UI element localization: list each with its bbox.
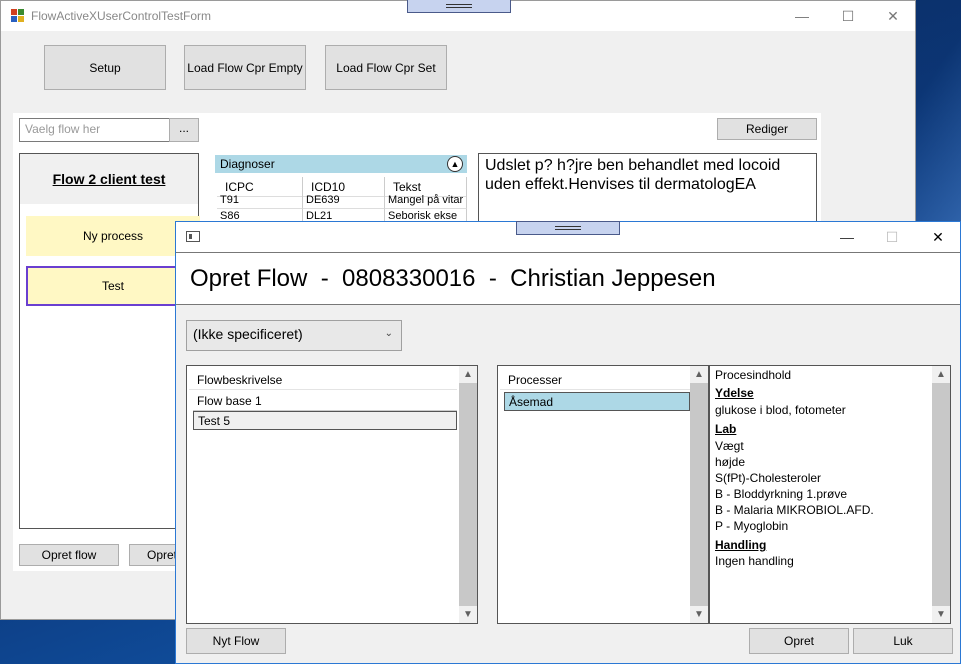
section-heading: Ydelse — [715, 386, 754, 400]
section-heading: Lab — [715, 422, 737, 436]
nyt-flow-button[interactable]: Nyt Flow — [186, 628, 286, 654]
list-item: P - Myoglobin — [715, 519, 789, 533]
app-icon — [11, 9, 25, 23]
luk-button[interactable]: Luk — [853, 628, 953, 654]
splitter-grip[interactable] — [407, 0, 511, 13]
list-item: højde — [715, 455, 746, 469]
list-item: B - Malaria MIKROBIOL.AFD. — [715, 503, 874, 517]
flow-panel-title: Flow 2 client test — [20, 154, 198, 204]
dialog-header: Opret Flow - 0808330016 - Christian Jepp… — [176, 252, 960, 305]
flow-description-header[interactable]: Flowbeskrivelse — [189, 370, 457, 390]
setup-button[interactable]: Setup — [44, 45, 166, 90]
load-flow-cpr-set-button[interactable]: Load Flow Cpr Set — [325, 45, 447, 90]
opret-flow-dialog: — ☐ ✕ Opret Flow - 0808330016 - Christia… — [175, 221, 961, 664]
scroll-up-icon[interactable]: ▲ — [459, 366, 477, 383]
process-item-selected[interactable]: Test — [26, 266, 200, 306]
list-item: glukose i blod, fotometer — [715, 403, 846, 417]
flow-description-list[interactable]: Flowbeskrivelse Flow base 1 Test 5 ▲ ▼ — [186, 365, 478, 624]
browse-button[interactable]: ... — [169, 118, 199, 142]
opret-button[interactable]: Opret — [749, 628, 849, 654]
list-item: Ingen handling — [715, 554, 794, 568]
section-heading: Handling — [715, 538, 767, 552]
list-item-selected[interactable]: Test 5 — [193, 411, 457, 430]
process-content-title: Procesindhold — [715, 368, 792, 382]
dialog-splitter-grip[interactable] — [516, 221, 620, 235]
scroll-up-icon[interactable]: ▲ — [932, 366, 950, 383]
minimize-icon[interactable]: — — [779, 1, 825, 31]
flow-search-input[interactable]: Vaelg flow her — [19, 118, 170, 142]
list-item: B - Bloddyrkning 1.prøve — [715, 487, 848, 501]
flow-type-select[interactable]: (Ikke specificeret) ⌄ — [186, 320, 402, 351]
scroll-down-icon[interactable]: ▼ — [690, 606, 708, 623]
scrollbar[interactable]: ▲ ▼ — [459, 366, 477, 623]
maximize-icon[interactable]: ☐ — [825, 1, 871, 31]
minimize-icon[interactable]: — — [824, 222, 870, 252]
process-list[interactable]: Processer Åsemad ▲ ▼ — [497, 365, 709, 624]
close-icon[interactable]: ✕ — [870, 1, 916, 31]
scroll-up-icon[interactable]: ▲ — [690, 366, 708, 383]
diagnoses-panel: Diagnoser ▲ ICPC ICD10 Tekst T91 DE639 M… — [215, 155, 467, 225]
process-content-list[interactable]: Procesindhold Ydelse glukose i blod, fot… — [709, 365, 951, 624]
collapse-icon[interactable]: ▲ — [447, 156, 463, 172]
process-item[interactable]: Ny process — [26, 216, 200, 256]
list-item: Vægt — [715, 439, 744, 453]
list-item: S(fPt)-Cholesteroler — [715, 471, 822, 485]
scrollbar[interactable]: ▲ ▼ — [690, 366, 708, 623]
note-text[interactable]: Udslet p? h?jre ben behandlet med locoid… — [478, 153, 817, 223]
flow-panel: Flow 2 client test Ny process Test — [19, 153, 200, 529]
list-item-selected[interactable]: Åsemad — [504, 392, 690, 411]
scrollbar[interactable]: ▲ ▼ — [932, 366, 950, 623]
load-flow-cpr-empty-button[interactable]: Load Flow Cpr Empty — [184, 45, 306, 90]
chevron-down-icon: ⌄ — [384, 328, 393, 339]
diagnoses-title: Diagnoser ▲ — [215, 155, 467, 173]
scroll-down-icon[interactable]: ▼ — [459, 606, 477, 623]
maximize-icon[interactable]: ☐ — [869, 222, 915, 252]
dialog-app-icon — [186, 231, 200, 242]
window-title: FlowActiveXUserControlTestForm — [31, 9, 212, 23]
close-icon[interactable]: ✕ — [915, 222, 961, 252]
scroll-down-icon[interactable]: ▼ — [932, 606, 950, 623]
process-list-header[interactable]: Processer — [500, 370, 690, 390]
diagnoses-grid: ICPC ICD10 Tekst T91 DE639 Mangel på vit… — [217, 177, 469, 225]
rediger-button[interactable]: Rediger — [717, 118, 817, 140]
list-item[interactable]: Flow base 1 — [193, 392, 457, 411]
opret-flow-button[interactable]: Opret flow — [19, 544, 119, 566]
table-row[interactable]: T91 DE639 Mangel på vitar — [217, 193, 469, 209]
